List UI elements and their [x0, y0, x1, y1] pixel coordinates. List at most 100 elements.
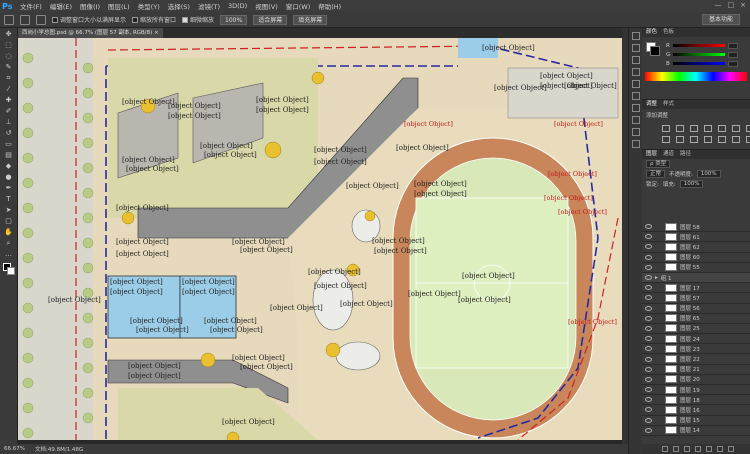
fit-screen-button[interactable]: 适合屏幕 — [253, 14, 288, 25]
eye-icon[interactable] — [645, 285, 652, 291]
move-tool-icon[interactable]: ✥ — [4, 30, 14, 39]
eye-icon[interactable] — [645, 264, 652, 270]
layer-row[interactable]: 图层 25 — [642, 324, 750, 335]
layer-group-row[interactable]: ▸ 组 1 — [642, 272, 750, 284]
pen-tool-icon[interactable]: ✒ — [4, 184, 14, 193]
menu-3d[interactable]: 3D(D) — [228, 2, 247, 10]
tab-paths[interactable]: 路径 — [680, 150, 691, 159]
workspace-select[interactable]: 基本功能 — [701, 14, 740, 25]
zoom-in-icon[interactable] — [20, 14, 30, 25]
color-balance-adjust-icon[interactable] — [746, 125, 750, 132]
background-color-swatch[interactable] — [7, 267, 15, 275]
menu-file[interactable]: 文件(F) — [20, 1, 42, 11]
zoom-level[interactable]: 66.67% — [4, 446, 25, 452]
red-slider[interactable] — [672, 44, 725, 47]
new-group-icon[interactable] — [706, 446, 712, 452]
paragraph-panel-icon[interactable] — [631, 68, 640, 76]
menu-layer[interactable]: 图层(L) — [108, 1, 130, 11]
adjustment-layer-icon[interactable] — [695, 446, 701, 452]
menu-image[interactable]: 图像(I) — [80, 1, 100, 11]
layer-row[interactable]: 图层 62 — [642, 242, 750, 253]
eye-icon[interactable] — [645, 275, 652, 281]
stamp-tool-icon[interactable]: ⊥ — [4, 118, 14, 127]
green-slider[interactable] — [673, 53, 726, 56]
photo-filter-adjust-icon[interactable] — [676, 136, 684, 143]
folder-icon[interactable]: ▸ — [655, 275, 658, 281]
opacity-input[interactable]: 100% — [696, 170, 721, 178]
zoom-tool-icon[interactable] — [4, 14, 14, 25]
tool-presets-panel-icon[interactable] — [631, 128, 640, 136]
history-panel-icon[interactable] — [631, 32, 640, 40]
eye-icon[interactable] — [645, 224, 652, 230]
layer-row[interactable]: 图层 23 — [642, 344, 750, 355]
layer-row[interactable]: 图层 24 — [642, 334, 750, 345]
menu-view[interactable]: 视图(V) — [255, 1, 278, 11]
healing-brush-tool-icon[interactable]: ✚ — [4, 96, 14, 105]
shape-tool-icon[interactable]: ▢ — [4, 217, 14, 226]
zoom-out-icon[interactable] — [36, 14, 46, 25]
more-tools-icon[interactable]: … — [4, 250, 14, 259]
green-value[interactable] — [728, 51, 739, 58]
history-brush-tool-icon[interactable]: ↺ — [4, 129, 14, 138]
layer-row[interactable]: 图层 22 — [642, 354, 750, 365]
dodge-tool-icon[interactable]: ● — [4, 173, 14, 182]
eye-icon[interactable] — [645, 254, 652, 260]
eye-icon[interactable] — [645, 305, 652, 311]
layer-row[interactable]: 图层 20 — [642, 375, 750, 385]
layer-row[interactable]: 图层 16 — [642, 405, 750, 416]
menu-select[interactable]: 选择(S) — [168, 1, 190, 11]
zoom-100-button[interactable]: 100% — [220, 14, 248, 25]
eye-icon[interactable] — [645, 315, 652, 321]
scrubby-zoom-checkbox[interactable]: 细微缩放 — [182, 15, 214, 24]
path-select-tool-icon[interactable]: ➤ — [4, 206, 14, 215]
eye-icon[interactable] — [645, 397, 652, 403]
layer-row[interactable]: 图层 14 — [642, 426, 750, 436]
eye-icon[interactable] — [645, 295, 652, 301]
eye-icon[interactable] — [645, 407, 652, 413]
tab-color[interactable]: 颜色 — [646, 28, 657, 37]
layer-row[interactable]: 图层 61 — [642, 232, 750, 243]
info-panel-icon[interactable] — [631, 104, 640, 112]
resize-windows-checkbox[interactable]: 调整窗口大小以满屏显示 — [52, 15, 126, 24]
threshold-adjust-icon[interactable] — [746, 136, 750, 143]
close-button[interactable]: × — [740, 1, 746, 9]
character-panel-icon[interactable] — [631, 56, 640, 64]
layer-row[interactable]: 图层 65 — [642, 314, 750, 324]
eye-icon[interactable] — [645, 387, 652, 393]
gradient-tool-icon[interactable]: ▤ — [4, 151, 14, 160]
blend-mode-select[interactable]: 正常 — [646, 170, 666, 178]
zoom-tool-icon[interactable]: ⌕ — [4, 239, 14, 248]
brush-tool-icon[interactable]: ✐ — [4, 107, 14, 116]
black-white-adjust-icon[interactable] — [662, 136, 670, 143]
eye-icon[interactable] — [645, 366, 652, 372]
fill-screen-button[interactable]: 填充屏幕 — [293, 14, 328, 25]
layer-row[interactable]: 图层 21 — [642, 365, 750, 375]
blue-slider[interactable] — [672, 62, 725, 65]
delete-layer-icon[interactable] — [728, 446, 734, 452]
navigator-panel-icon[interactable] — [631, 140, 640, 148]
layer-row[interactable]: 图层 58 — [642, 222, 750, 233]
tab-layers[interactable]: 图层 — [646, 150, 657, 159]
layer-row[interactable]: 图层 56 — [642, 304, 750, 314]
lasso-tool-icon[interactable]: ◌ — [4, 52, 14, 61]
eye-icon[interactable] — [645, 336, 652, 342]
eye-icon[interactable] — [645, 346, 652, 352]
hand-tool-icon[interactable]: ✋ — [4, 228, 14, 237]
type-tool-icon[interactable]: T — [4, 195, 14, 204]
eraser-tool-icon[interactable]: ▭ — [4, 140, 14, 149]
clone-source-panel-icon[interactable] — [631, 92, 640, 100]
menu-help[interactable]: 帮助(H) — [318, 1, 341, 11]
crop-tool-icon[interactable]: ⌗ — [4, 74, 14, 83]
red-value[interactable] — [727, 42, 738, 49]
canvas[interactable]: [object Object] [object Object] [object … — [18, 38, 622, 440]
blur-tool-icon[interactable]: ◆ — [4, 162, 14, 171]
tab-styles[interactable]: 样式 — [663, 100, 674, 109]
tab-swatches[interactable]: 色板 — [663, 28, 674, 37]
layer-row[interactable]: 图层 60 — [642, 253, 750, 263]
menu-filter[interactable]: 滤镜(T) — [198, 1, 220, 11]
new-layer-icon[interactable] — [717, 446, 723, 452]
hue-saturation-adjust-icon[interactable] — [732, 125, 740, 132]
invert-adjust-icon[interactable] — [718, 136, 726, 143]
layer-row[interactable]: 图层 57 — [642, 293, 750, 304]
eye-icon[interactable] — [645, 244, 652, 250]
